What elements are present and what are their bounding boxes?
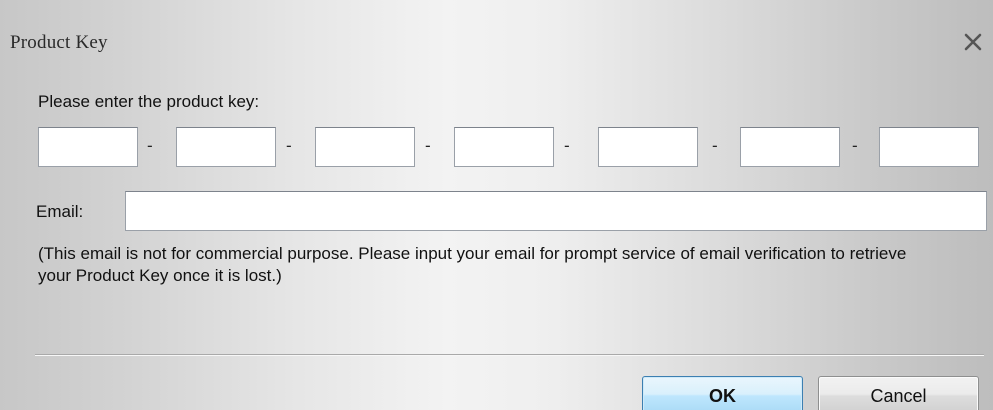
close-button[interactable]	[958, 27, 988, 57]
cancel-button[interactable]: Cancel	[818, 376, 979, 410]
email-note: (This email is not for commercial purpos…	[38, 244, 907, 285]
key-separator: -	[286, 136, 292, 155]
product-key-segment-6[interactable]	[740, 127, 840, 167]
product-key-segment-2[interactable]	[176, 127, 276, 167]
product-key-segment-3[interactable]	[315, 127, 415, 167]
close-icon	[964, 33, 982, 51]
key-separator: -	[564, 136, 570, 155]
product-key-segment-7[interactable]	[879, 127, 979, 167]
product-key-prompt: Please enter the product key:	[38, 92, 260, 111]
window-title: Product Key	[10, 32, 108, 53]
product-key-dialog: Product Key Please enter the product key…	[0, 0, 993, 410]
product-key-segment-5[interactable]	[598, 127, 698, 167]
key-separator: -	[425, 136, 431, 155]
key-separator: -	[712, 136, 718, 155]
email-field[interactable]	[125, 191, 987, 231]
email-label: Email:	[36, 202, 84, 221]
divider	[35, 354, 984, 356]
product-key-segment-1[interactable]	[38, 127, 138, 167]
product-key-segment-4[interactable]	[454, 127, 554, 167]
key-separator: -	[852, 136, 858, 155]
title-bar: Product Key	[0, 0, 993, 78]
ok-button[interactable]: OK	[642, 376, 803, 410]
key-separator: -	[147, 136, 153, 155]
